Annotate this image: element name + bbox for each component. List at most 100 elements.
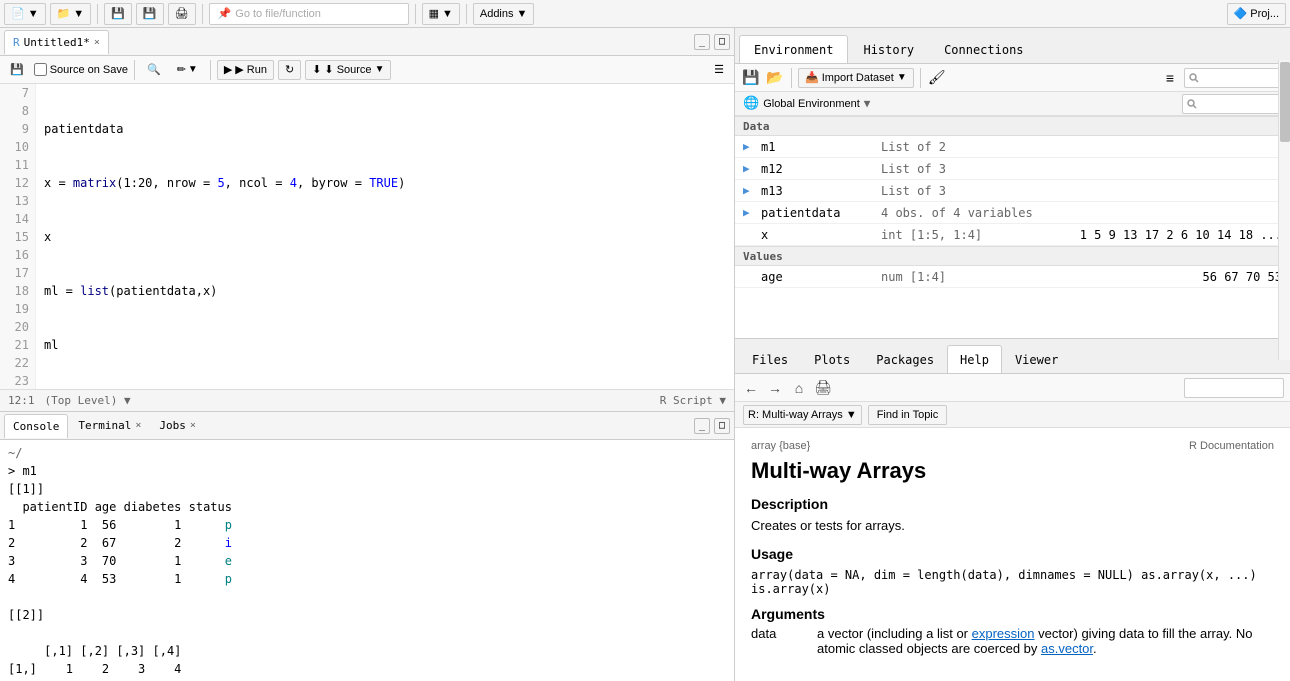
print-button[interactable]: 🖨	[168, 3, 196, 25]
cursor-position: 12:1	[8, 394, 35, 407]
console-tab-label: Console	[13, 420, 59, 433]
env-table: Data ▶ m1 List of 2 ▶ m12 List of 3 ▶ m	[735, 116, 1290, 338]
env-row-age[interactable]: age num [1:4] 56 67 70 53	[735, 266, 1290, 288]
find-button[interactable]: 🔍	[141, 60, 167, 80]
import-dataset-button[interactable]: 📥 Import Dataset ▼	[798, 68, 914, 88]
console-minimize-button[interactable]: _	[694, 418, 710, 434]
editor-tab-close[interactable]: ×	[94, 37, 100, 48]
env-tab-bar: Environment History Connections	[735, 28, 1290, 64]
console-tab-console[interactable]: Console	[4, 414, 68, 438]
env-secondary-toolbar: 💾 📂 📥 Import Dataset ▼ 🖌 ≡	[735, 64, 1290, 92]
line-num-21: 21	[0, 336, 29, 354]
run-button[interactable]: ▶ ▶ Run	[217, 60, 274, 80]
console-tab-terminal[interactable]: Terminal ×	[70, 414, 149, 438]
env-arrow-m13: ▶	[743, 184, 761, 197]
connections-tab-label: Connections	[944, 43, 1023, 57]
editor-status-right: R Script ▼	[660, 394, 726, 407]
env-search-input[interactable]	[1184, 68, 1284, 88]
r-file-icon: R	[13, 36, 20, 49]
home-button[interactable]: ⌂	[789, 378, 809, 398]
packages-tab-label: Packages	[876, 353, 934, 367]
code-tools-button[interactable]: ✏ ▼	[171, 60, 204, 80]
topic-dropdown-arrow: ▼	[846, 409, 857, 421]
env-sep-1	[791, 68, 792, 88]
console-section: Console Terminal × Jobs × _ □ ~/ > m1	[0, 411, 734, 681]
pencil-icon: ✏	[177, 63, 186, 76]
connections-tab[interactable]: Connections	[929, 35, 1038, 63]
values-section-header: Values	[735, 246, 1290, 266]
terminal-tab-close[interactable]: ×	[135, 420, 141, 431]
editor-maximize-button[interactable]: □	[714, 34, 730, 50]
project-icon: 🔷	[1234, 7, 1248, 20]
line-num-17: 17	[0, 264, 29, 282]
find-in-topic-button[interactable]: Find in Topic	[868, 405, 948, 425]
help-search-input[interactable]	[1184, 378, 1284, 398]
global-env-arrow[interactable]: ▼	[864, 97, 871, 110]
import-dataset-icon: 📥	[805, 71, 819, 84]
editor-sep-1	[134, 60, 135, 80]
expression-link[interactable]: expression	[972, 626, 1035, 641]
save-all-button[interactable]: 💾	[136, 3, 164, 25]
source-on-save-label[interactable]: Source on Save	[34, 63, 128, 76]
topic-dropdown[interactable]: R: Multi-way Arrays ▼	[743, 405, 862, 425]
top-level-indicator: (Top Level) ▼	[45, 394, 131, 407]
bookmark-icon: 📌	[218, 7, 232, 20]
env-sep-2	[920, 68, 921, 88]
environment-tab[interactable]: Environment	[739, 35, 848, 63]
brush-icon: 🖌	[928, 69, 946, 86]
save-button[interactable]: 💾	[104, 3, 132, 25]
editor-tab-untitled1[interactable]: R Untitled1* ×	[4, 30, 109, 54]
rerun-button[interactable]: ↻	[278, 60, 301, 80]
console-tab-jobs[interactable]: Jobs ×	[151, 414, 204, 438]
env-row-patientdata[interactable]: ▶ patientdata 4 obs. of 4 variables	[735, 202, 1290, 224]
forward-button[interactable]: →	[765, 378, 785, 398]
env-menu-button[interactable]: ≡	[1160, 68, 1180, 88]
console-working-dir: ~/	[8, 444, 726, 462]
line-numbers: 7 8 9 10 11 12 13 14 15 16 17 18 19 20 2…	[0, 84, 36, 389]
env-save-button[interactable]: 💾	[741, 68, 761, 88]
run-arrow-icon: ▶	[224, 63, 232, 76]
source-button[interactable]: ⬇ ⬇ Source ▼	[305, 60, 391, 80]
files-tab[interactable]: Files	[739, 345, 801, 373]
env-brush-button[interactable]: 🖌	[927, 68, 947, 88]
line-num-13: 13	[0, 192, 29, 210]
plots-tab[interactable]: Plots	[801, 345, 863, 373]
env-search-input-2[interactable]	[1182, 94, 1282, 114]
go-to-file-input[interactable]: 📌 Go to file/function	[209, 3, 409, 25]
line-num-18: 18	[0, 282, 29, 300]
back-button[interactable]: ←	[741, 378, 761, 398]
console-content[interactable]: ~/ > m1 [[1]] patientID age diabetes sta…	[0, 440, 734, 681]
env-load-button[interactable]: 📂	[765, 68, 785, 88]
code-editor[interactable]: 7 8 9 10 11 12 13 14 15 16 17 18 19 20 2…	[0, 84, 734, 389]
source-on-save-checkbox[interactable]	[34, 63, 47, 76]
environment-tab-label: Environment	[754, 43, 833, 57]
terminal-tab-label: Terminal	[78, 419, 131, 432]
env-row-m12[interactable]: ▶ m12 List of 3	[735, 158, 1290, 180]
env-row-m13[interactable]: ▶ m13 List of 3	[735, 180, 1290, 202]
console-maximize-button[interactable]: □	[714, 418, 730, 434]
back-icon: ←	[744, 380, 758, 396]
editor-sep-2	[210, 60, 211, 80]
grid-button[interactable]: ▦ ▼	[422, 3, 460, 25]
project-button[interactable]: 🔷 Proj...	[1227, 3, 1286, 25]
open-file-button[interactable]: 📁 ▼	[50, 3, 92, 25]
editor-menu-button[interactable]: ☰	[708, 60, 730, 80]
print-help-button[interactable]: 🖨	[813, 378, 833, 398]
env-row-m1[interactable]: ▶ m1 List of 2	[735, 136, 1290, 158]
history-tab[interactable]: History	[848, 35, 929, 63]
as-vector-link[interactable]: as.vector	[1041, 641, 1093, 656]
toolbar-separator-4	[466, 4, 467, 24]
line-num-20: 20	[0, 318, 29, 336]
code-content[interactable]: patientdata x = matrix(1:20, nrow = 5, n…	[36, 84, 734, 389]
help-tab[interactable]: Help	[947, 345, 1002, 373]
editor-minimize-button[interactable]: _	[694, 34, 710, 50]
viewer-tab[interactable]: Viewer	[1002, 345, 1071, 373]
arguments-header: Arguments	[751, 606, 1274, 622]
editor-save-btn[interactable]: 💾	[4, 60, 30, 80]
env-row-x[interactable]: x int [1:5, 1:4] 1 5 9 13 17 2 6 10 14 1…	[735, 224, 1290, 246]
jobs-tab-close[interactable]: ×	[190, 420, 196, 431]
addins-button[interactable]: Addins ▼	[473, 3, 535, 25]
packages-tab[interactable]: Packages	[863, 345, 947, 373]
new-file-button[interactable]: 📄 ▼	[4, 3, 46, 25]
magnifier-icon: 🔍	[147, 63, 161, 76]
